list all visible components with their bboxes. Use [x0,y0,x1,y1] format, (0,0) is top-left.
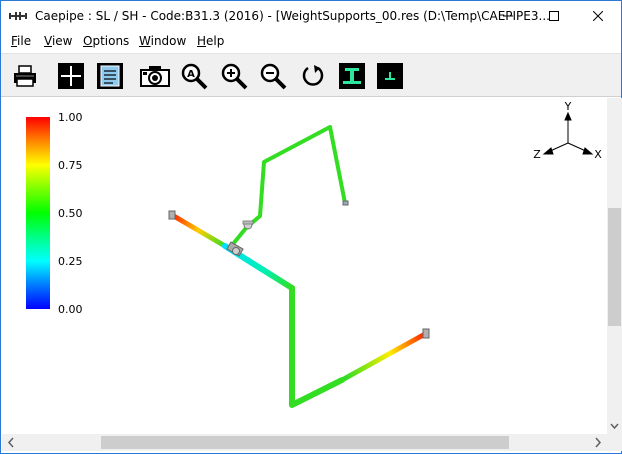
app-window: Caepipe : SL / SH - Code:B31.3 (2016) - … [0,0,622,454]
print-button[interactable] [10,61,40,91]
camera-icon [140,66,170,87]
maximize-icon [549,11,559,21]
rotate-icon [302,65,324,86]
minimize-button[interactable] [485,1,531,31]
close-button[interactable] [575,1,621,31]
svg-text:A: A [187,69,195,80]
scrollbar-corner [607,434,622,451]
zoom-in-icon [221,63,248,90]
crosshair-button[interactable] [56,61,86,91]
rotate-button[interactable] [298,61,328,91]
horizontal-scrollbar[interactable] [2,434,607,451]
menu-view[interactable]: View [44,34,72,48]
axis-label-x: X [594,148,602,161]
axis-label-y: Y [564,100,572,113]
maximize-button[interactable] [531,1,577,31]
minimize-icon [503,15,513,17]
pipe-model: Y X Z [168,100,602,408]
section-view-small-icon [377,63,403,89]
section-view-small-button[interactable] [375,61,405,91]
menu-window[interactable]: Window [139,34,186,48]
print-icon [14,65,36,87]
notes-icon [97,63,123,89]
model-viewport[interactable]: 1.00 0.75 0.50 0.25 0.00 Y X Z [2,98,607,434]
scroll-right-arrow-icon[interactable] [591,434,605,451]
scroll-down-arrow-icon[interactable] [607,420,622,432]
camera-button[interactable] [140,61,170,91]
scroll-left-arrow-icon[interactable] [4,434,18,451]
vertical-scrollbar[interactable] [607,98,622,434]
close-icon [593,11,603,21]
vertical-scroll-thumb[interactable] [608,208,621,326]
title-bar[interactable]: Caepipe : SL / SH - Code:B31.3 (2016) - … [1,1,621,31]
zoom-out-button[interactable] [258,61,288,91]
app-icon [9,12,27,20]
crosshair-icon [58,63,84,89]
menu-options[interactable]: Options [83,34,129,48]
zoom-auto-button[interactable]: A [179,61,209,91]
horizontal-scroll-thumb[interactable] [101,436,509,449]
menu-file[interactable]: File [11,34,31,48]
axis-triad [542,111,594,155]
zoom-in-button[interactable] [219,61,249,91]
menu-help[interactable]: Help [197,34,224,48]
menu-bar: File View Options Window Help [1,32,621,52]
zoom-out-icon [260,63,287,90]
toolbar: A [1,53,621,97]
axis-label-z: Z [533,148,541,161]
zoom-auto-icon: A [181,63,208,90]
section-view-icon [339,63,365,89]
section-view-button[interactable] [337,61,367,91]
notes-button[interactable] [95,61,125,91]
window-title: Caepipe : SL / SH - Code:B31.3 (2016) - … [35,9,550,23]
